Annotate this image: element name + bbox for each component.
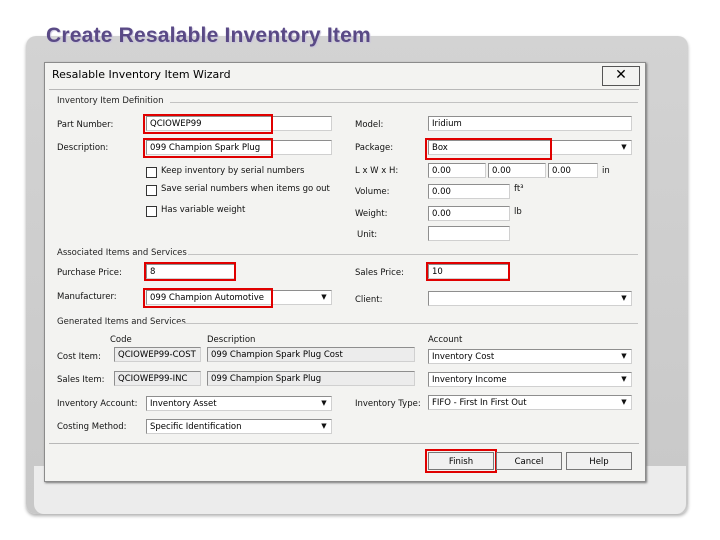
- weight-unit: lb: [514, 207, 522, 217]
- costing-method-value: Specific Identification: [150, 422, 242, 432]
- keep-serial-label: Keep inventory by serial numbers: [161, 166, 305, 176]
- cost-item-label: Cost Item:: [57, 352, 101, 362]
- manufacturer-label: Manufacturer:: [57, 292, 117, 302]
- package-highlight: [425, 138, 552, 160]
- description-highlight: [143, 138, 273, 158]
- section-divider: [188, 254, 638, 255]
- chevron-down-icon: ▼: [321, 422, 327, 430]
- costing-method-label: Costing Method:: [57, 422, 127, 432]
- cancel-button[interactable]: Cancel: [496, 452, 562, 470]
- variable-weight-checkbox[interactable]: [146, 206, 157, 217]
- inventory-type-value: FIFO - First In First Out: [432, 398, 527, 408]
- part-number-highlight: [143, 114, 273, 134]
- sales-item-code: QCIOWEP99-INC: [114, 371, 201, 386]
- dialog-title: Resalable Inventory Item Wizard: [52, 68, 231, 81]
- chevron-down-icon: ▼: [621, 398, 627, 406]
- chevron-down-icon: ▼: [621, 143, 627, 151]
- cost-item-code: QCIOWEP99-COST: [114, 347, 201, 362]
- lwh-label: L x W x H:: [355, 166, 399, 176]
- part-number-label: Part Number:: [57, 120, 114, 130]
- slide-title: Create Resalable Inventory Item: [46, 24, 371, 47]
- volume-input[interactable]: 0.00: [428, 184, 510, 199]
- close-icon: ✕: [615, 67, 627, 83]
- column-description-header: Description: [207, 335, 256, 345]
- inventory-type-select[interactable]: FIFO - First In First Out ▼: [428, 395, 632, 410]
- section-associated-header: Associated Items and Services: [57, 248, 187, 258]
- save-serial-label: Save serial numbers when items go out: [161, 184, 330, 194]
- inventory-account-label: Inventory Account:: [57, 399, 138, 409]
- volume-unit: ft³: [514, 184, 524, 194]
- inventory-account-value: Inventory Asset: [150, 399, 217, 409]
- inventory-type-label: Inventory Type:: [355, 399, 421, 409]
- costing-method-select[interactable]: Specific Identification ▼: [146, 419, 332, 434]
- buttons-divider: [49, 443, 639, 444]
- client-select[interactable]: ▼: [428, 291, 632, 306]
- volume-label: Volume:: [355, 187, 390, 197]
- cost-item-description: 099 Champion Spark Plug Cost: [207, 347, 415, 362]
- chevron-down-icon: ▼: [321, 399, 327, 407]
- sales-item-account-value: Inventory Income: [432, 375, 507, 385]
- save-serial-checkbox[interactable]: [146, 185, 157, 196]
- chevron-down-icon: ▼: [321, 293, 327, 301]
- section-generated-header: Generated Items and Services: [57, 317, 186, 327]
- keep-serial-checkbox[interactable]: [146, 167, 157, 178]
- chevron-down-icon: ▼: [621, 375, 627, 383]
- unit-input[interactable]: [428, 226, 510, 241]
- wizard-dialog: Resalable Inventory Item Wizard ✕ Invent…: [44, 62, 646, 482]
- manufacturer-highlight: [143, 288, 273, 308]
- title-divider: [49, 89, 639, 90]
- sales-item-label: Sales Item:: [57, 375, 105, 385]
- client-label: Client:: [355, 295, 383, 305]
- sales-price-highlight: [426, 262, 510, 281]
- close-button[interactable]: ✕: [602, 66, 640, 86]
- weight-input[interactable]: 0.00: [428, 206, 510, 221]
- purchase-price-label: Purchase Price:: [57, 268, 122, 278]
- model-label: Model:: [355, 120, 384, 130]
- height-input[interactable]: 0.00: [548, 163, 598, 178]
- sales-price-label: Sales Price:: [355, 268, 404, 278]
- finish-highlight: [425, 449, 497, 473]
- cost-item-account-select[interactable]: Inventory Cost ▼: [428, 349, 632, 364]
- package-label: Package:: [355, 143, 394, 153]
- sales-item-account-select[interactable]: Inventory Income ▼: [428, 372, 632, 387]
- length-input[interactable]: 0.00: [428, 163, 486, 178]
- section-definition-header: Inventory Item Definition: [57, 96, 164, 106]
- help-button[interactable]: Help: [566, 452, 632, 470]
- column-code-header: Code: [110, 335, 132, 345]
- lwh-unit: in: [602, 166, 610, 176]
- unit-label: Unit:: [357, 230, 378, 240]
- sales-item-description: 099 Champion Spark Plug: [207, 371, 415, 386]
- variable-weight-label: Has variable weight: [161, 205, 246, 215]
- width-input[interactable]: 0.00: [488, 163, 546, 178]
- cost-item-account-value: Inventory Cost: [432, 352, 495, 362]
- description-label: Description:: [57, 143, 109, 153]
- section-divider: [177, 323, 638, 324]
- chevron-down-icon: ▼: [621, 352, 627, 360]
- model-input[interactable]: Iridium: [428, 116, 632, 131]
- chevron-down-icon: ▼: [621, 294, 627, 302]
- inventory-account-select[interactable]: Inventory Asset ▼: [146, 396, 332, 411]
- weight-label: Weight:: [355, 209, 388, 219]
- purchase-price-highlight: [144, 262, 236, 281]
- column-account-header: Account: [428, 335, 463, 345]
- section-divider: [170, 102, 638, 103]
